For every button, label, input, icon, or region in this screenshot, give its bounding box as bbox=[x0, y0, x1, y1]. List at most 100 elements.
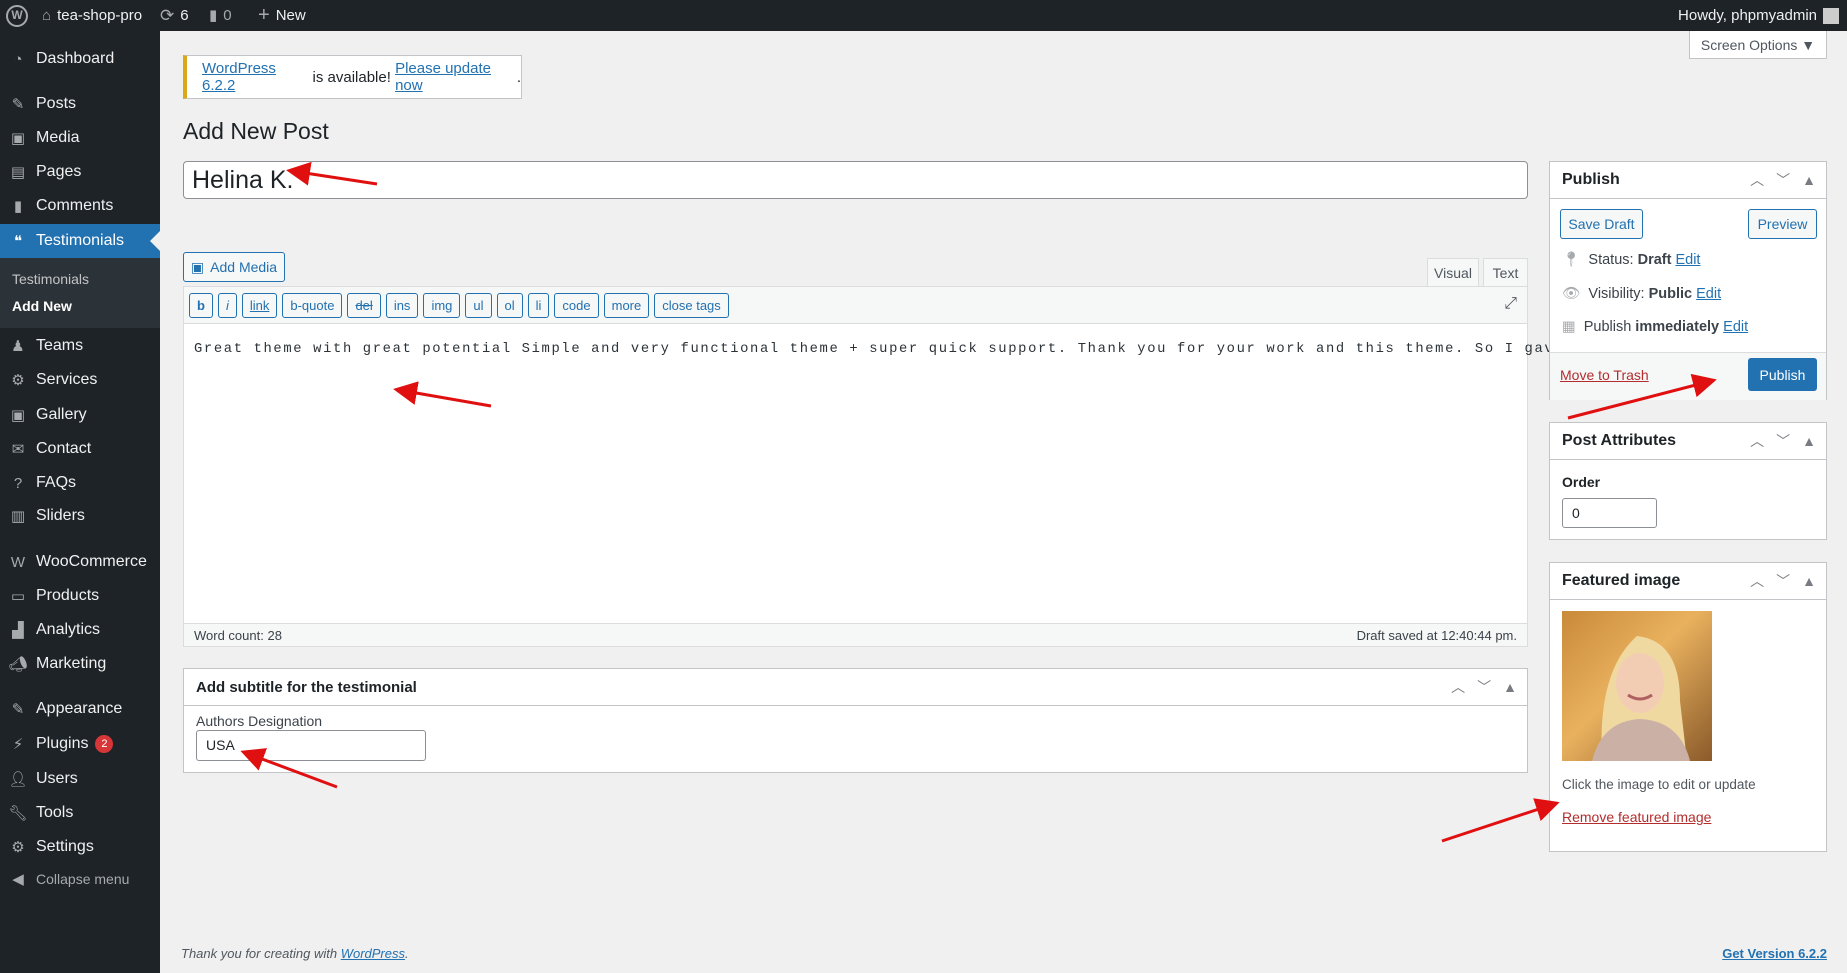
move-up-icon[interactable]: ︿ bbox=[1750, 431, 1764, 451]
new-link[interactable]: + New bbox=[258, 0, 306, 31]
toggle-icon[interactable]: ▲ bbox=[1802, 573, 1816, 589]
order-input[interactable]: 0 bbox=[1562, 498, 1657, 528]
sidebar-item-label: Plugins bbox=[36, 735, 89, 752]
add-media-button[interactable]: ▣ Add Media bbox=[183, 252, 285, 282]
quicktag-b-quote-button[interactable]: b-quote bbox=[282, 292, 343, 318]
sidebar-item-settings[interactable]: ⚙ Settings bbox=[0, 830, 160, 864]
move-up-icon[interactable]: ︿ bbox=[1451, 677, 1465, 697]
publish-button[interactable]: Publish bbox=[1748, 358, 1817, 391]
submenu-add-new[interactable]: Add New bbox=[12, 298, 72, 314]
featured-image-title: Featured image bbox=[1562, 572, 1681, 589]
toggle-icon[interactable]: ▲ bbox=[1503, 679, 1517, 695]
move-to-trash-link[interactable]: Move to Trash bbox=[1560, 367, 1649, 383]
sidebar-item-sliders[interactable]: ▥ Sliders bbox=[0, 499, 160, 533]
toggle-icon[interactable]: ▲ bbox=[1802, 172, 1816, 188]
submenu-testimonials[interactable]: Testimonials bbox=[12, 271, 89, 287]
publish-when-label: Publish bbox=[1583, 319, 1636, 335]
get-version-link[interactable]: Get Version 6.2.2 bbox=[1722, 946, 1827, 961]
sidebar-item-dashboard[interactable]: ◔ Dashboard bbox=[0, 42, 160, 76]
toggle-icon[interactable]: ▲ bbox=[1802, 433, 1816, 449]
quicktag-b-button[interactable]: b bbox=[189, 292, 213, 318]
wordpress-logo[interactable]: W bbox=[6, 0, 28, 31]
quicktag-close-tags-button[interactable]: close tags bbox=[654, 292, 729, 318]
quicktag-li-button[interactable]: li bbox=[527, 292, 550, 318]
move-down-icon[interactable]: ﹀ bbox=[1776, 170, 1790, 190]
analytics-icon: ▟ bbox=[12, 622, 24, 639]
quicktag-ol-button[interactable]: ol bbox=[496, 292, 523, 318]
sidebar-item-label: Pages bbox=[36, 163, 82, 180]
comment-icon: ▮ bbox=[209, 7, 218, 24]
move-down-icon[interactable]: ﹀ bbox=[1776, 571, 1790, 591]
sidebar-item-media[interactable]: ▣ Media bbox=[0, 121, 160, 155]
sidebar-item-analytics[interactable]: ▟ Analytics bbox=[0, 613, 160, 647]
quicktag-ins-button[interactable]: ins bbox=[385, 292, 419, 318]
status-label: Status: bbox=[1588, 251, 1638, 268]
sidebar-item-teams[interactable]: ♟ Teams bbox=[0, 329, 160, 363]
sidebar-item-marketing[interactable]: 📣︎ Marketing bbox=[0, 647, 160, 681]
sidebar-item-products[interactable]: ▭ Products bbox=[0, 579, 160, 613]
editor-textarea[interactable]: Great theme with great potential Simple … bbox=[184, 324, 1791, 375]
post-title-input[interactable]: Helina K. bbox=[183, 161, 1528, 199]
gallery-icon: ▣ bbox=[10, 407, 26, 424]
move-up-icon[interactable]: ︿ bbox=[1750, 170, 1764, 190]
move-down-icon[interactable]: ﹀ bbox=[1477, 677, 1491, 697]
featured-image-thumbnail[interactable] bbox=[1562, 611, 1712, 761]
move-up-icon[interactable]: ︿ bbox=[1750, 571, 1764, 591]
fullscreen-icon[interactable]: ⤢ bbox=[1504, 295, 1517, 313]
sidebar-item-plugins[interactable]: ⚡ Plugins 2 bbox=[0, 727, 160, 761]
quicktag-img-button[interactable]: img bbox=[423, 292, 461, 318]
update-now-link[interactable]: Please update now bbox=[395, 60, 517, 94]
testimonials-submenu: Testimonials Add New bbox=[0, 258, 160, 328]
media-icon: ▣ bbox=[10, 130, 26, 147]
subtitle-box-title: Add subtitle for the testimonial bbox=[196, 678, 417, 696]
sidebar-item-appearance[interactable]: ✎ Appearance bbox=[0, 692, 160, 726]
update-notice: WordPress 6.2.2 is available! Please upd… bbox=[183, 55, 522, 99]
tab-text[interactable]: Text bbox=[1483, 258, 1528, 287]
sidebar-item-users[interactable]: 👤︎ Users bbox=[0, 762, 160, 796]
quicktag-ul-button[interactable]: ul bbox=[465, 292, 492, 318]
sidebar-item-testimonials[interactable]: ❝ Testimonials bbox=[0, 224, 160, 258]
updates-link[interactable]: ⟳ 6 bbox=[160, 0, 189, 31]
quicktag-more-button[interactable]: more bbox=[603, 292, 650, 318]
tab-visual[interactable]: Visual bbox=[1427, 258, 1479, 287]
sidebar-item-comments[interactable]: ▮ Comments bbox=[0, 189, 160, 223]
move-down-icon[interactable]: ﹀ bbox=[1776, 431, 1790, 451]
quicktag-i-button[interactable]: i bbox=[217, 292, 237, 318]
edit-visibility-link[interactable]: Edit bbox=[1696, 286, 1721, 302]
sidebar-item-faqs[interactable]: ? FAQs bbox=[0, 466, 160, 500]
sidebar-item-tools[interactable]: 🔧︎ Tools bbox=[0, 796, 160, 830]
faq-icon: ? bbox=[13, 474, 23, 492]
quicktag-link-button[interactable]: link bbox=[241, 292, 278, 318]
users-icon: 👤︎ bbox=[8, 771, 28, 788]
updates-count: 6 bbox=[180, 7, 189, 24]
collapse-menu[interactable]: ◀ Collapse menu bbox=[0, 862, 160, 896]
plugins-update-badge: 2 bbox=[95, 735, 114, 753]
sidebar-item-services[interactable]: ⚙ Services bbox=[0, 363, 160, 397]
plugins-icon: ⚡ bbox=[12, 736, 24, 753]
edit-schedule-link[interactable]: Edit bbox=[1723, 319, 1748, 335]
collapse-icon: ◀ bbox=[12, 871, 24, 888]
calendar-icon: ▦ bbox=[1562, 319, 1576, 335]
wordpress-version-link[interactable]: WordPress 6.2.2 bbox=[202, 60, 308, 94]
sidebar-item-posts[interactable]: ✎ Posts bbox=[0, 87, 160, 121]
preview-button[interactable]: Preview bbox=[1748, 209, 1817, 239]
comments-link[interactable]: ▮ 0 bbox=[209, 0, 232, 31]
quicktag-del-button[interactable]: del bbox=[347, 292, 381, 318]
collapse-label: Collapse menu bbox=[36, 871, 130, 887]
home-icon: ⌂ bbox=[42, 7, 52, 24]
site-link[interactable]: ⌂ tea-shop-pro bbox=[42, 0, 142, 31]
wordpress-link[interactable]: WordPress bbox=[341, 946, 405, 961]
edit-status-link[interactable]: Edit bbox=[1675, 252, 1700, 268]
sliders-icon: ▥ bbox=[10, 508, 26, 525]
remove-featured-image-link[interactable]: Remove featured image bbox=[1562, 809, 1711, 825]
quicktag-code-button[interactable]: code bbox=[554, 292, 599, 318]
sidebar-item-pages[interactable]: ▤ Pages bbox=[0, 155, 160, 189]
authors-designation-input[interactable]: USA bbox=[196, 730, 426, 761]
sidebar-item-contact[interactable]: ✉ Contact bbox=[0, 432, 160, 466]
sidebar-item-woocommerce[interactable]: W WooCommerce bbox=[0, 545, 160, 579]
save-draft-button[interactable]: Save Draft bbox=[1560, 209, 1643, 239]
screen-options-button[interactable]: Screen Options ▼ bbox=[1689, 31, 1827, 59]
sidebar-item-gallery[interactable]: ▣ Gallery bbox=[0, 398, 160, 432]
add-media-label: Add Media bbox=[210, 259, 278, 275]
account-menu[interactable]: Howdy, phpmyadmin bbox=[1678, 0, 1839, 31]
